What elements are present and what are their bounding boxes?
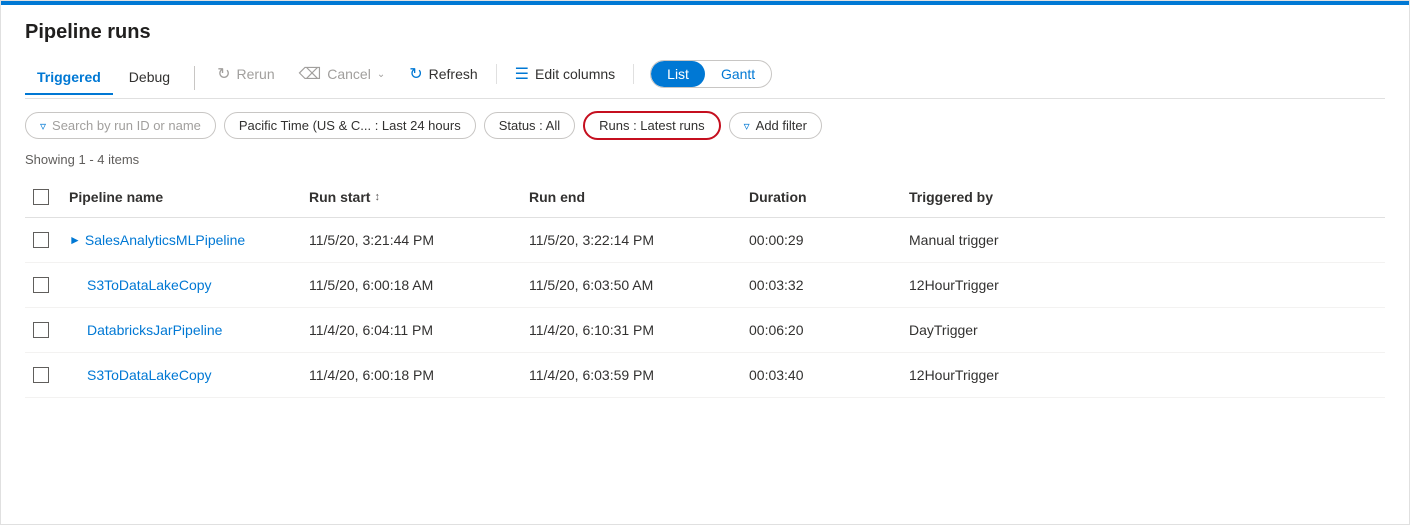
time-filter[interactable]: Pacific Time (US & C... : Last 24 hours [224,112,476,139]
runs-filter[interactable]: Runs : Latest runs [583,111,721,140]
table-row: DatabricksJarPipeline 11/4/20, 6:04:11 P… [25,308,1385,353]
filters-row: ▿ Search by run ID or name Pacific Time … [25,111,1385,140]
header-checkbox[interactable] [33,189,49,205]
row2-pipeline-link[interactable]: S3ToDataLakeCopy [69,277,212,293]
row3-checkbox-cell [25,318,61,342]
refresh-icon: ↻ [409,64,422,84]
row2-checkbox-cell [25,273,61,297]
row1-pipeline-name: ► SalesAnalyticsMLPipeline [61,228,301,252]
row3-run-end: 11/4/20, 6:10:31 PM [521,318,741,342]
add-filter-icon: ▿ [744,119,750,133]
toolbar-separator [496,64,497,84]
th-duration: Duration [741,185,901,209]
row4-pipeline-name: S3ToDataLakeCopy [61,363,301,387]
cancel-button[interactable]: ⌫ Cancel ⌄ [289,58,396,90]
th-run-start[interactable]: Run start ↕ [301,185,521,209]
row4-checkbox[interactable] [33,367,49,383]
time-filter-label: Pacific Time (US & C... : Last 24 hours [239,118,461,133]
list-view-button[interactable]: List [651,61,705,87]
toolbar: Triggered Debug ↻ Rerun ⌫ Cancel ⌄ ↻ Ref… [25,58,1385,99]
cancel-icon: ⌫ [299,64,322,84]
gantt-view-button[interactable]: Gantt [705,61,771,87]
row1-checkbox-cell [25,228,61,252]
edit-columns-label: Edit columns [535,66,615,82]
row3-pipeline-link[interactable]: DatabricksJarPipeline [69,322,222,338]
row2-pipeline-name: S3ToDataLakeCopy [61,273,301,297]
cancel-chevron-icon: ⌄ [377,69,385,80]
row2-duration: 00:03:32 [741,273,901,297]
search-placeholder: Search by run ID or name [52,118,201,133]
row1-pipeline-link[interactable]: SalesAnalyticsMLPipeline [85,232,245,248]
page-container: Pipeline runs Triggered Debug ↻ Rerun ⌫ … [0,0,1410,525]
search-filter[interactable]: ▿ Search by run ID or name [25,112,216,139]
rerun-icon: ↻ [217,64,230,84]
th-run-end: Run end [521,185,741,209]
th-pipeline-name: Pipeline name [61,185,301,209]
rerun-label: Rerun [236,66,274,82]
status-filter-label: Status : All [499,118,560,133]
row1-run-start: 11/5/20, 3:21:44 PM [301,228,521,252]
row1-duration: 00:00:29 [741,228,901,252]
th-triggered-by: Triggered by [901,185,1385,209]
row3-duration: 00:06:20 [741,318,901,342]
row3-pipeline-name: DatabricksJarPipeline [61,318,301,342]
header-checkbox-cell [25,185,61,209]
row4-checkbox-cell [25,363,61,387]
table-row: S3ToDataLakeCopy 11/5/20, 6:00:18 AM 11/… [25,263,1385,308]
row4-duration: 00:03:40 [741,363,901,387]
row1-checkbox[interactable] [33,232,49,248]
page-title: Pipeline runs [25,21,1385,44]
sort-icon: ↕ [374,191,380,203]
row1-run-end: 11/5/20, 3:22:14 PM [521,228,741,252]
runs-filter-label: Runs : Latest runs [599,118,705,133]
row2-run-start: 11/5/20, 6:00:18 AM [301,273,521,297]
toolbar-separator-2 [633,64,634,84]
edit-columns-button[interactable]: ☰ Edit columns [505,58,626,90]
table-container: Pipeline name Run start ↕ Run end Durati… [25,177,1385,398]
search-filter-icon: ▿ [40,119,46,133]
row4-run-end: 11/4/20, 6:03:59 PM [521,363,741,387]
row2-checkbox[interactable] [33,277,49,293]
edit-columns-icon: ☰ [515,64,529,84]
table-row: S3ToDataLakeCopy 11/4/20, 6:00:18 PM 11/… [25,353,1385,398]
row4-run-start: 11/4/20, 6:00:18 PM [301,363,521,387]
view-toggle: List Gantt [650,60,772,88]
row4-triggered-by: 12HourTrigger [901,363,1385,387]
row2-run-end: 11/5/20, 6:03:50 AM [521,273,741,297]
row3-triggered-by: DayTrigger [901,318,1385,342]
cancel-label: Cancel [327,66,371,82]
row2-triggered-by: 12HourTrigger [901,273,1385,297]
table-header: Pipeline name Run start ↕ Run end Durati… [25,177,1385,218]
row3-checkbox[interactable] [33,322,49,338]
showing-text: Showing 1 - 4 items [25,152,1385,167]
toolbar-actions: ↻ Rerun ⌫ Cancel ⌄ ↻ Refresh ☰ Edit colu… [207,58,772,98]
refresh-label: Refresh [429,66,478,82]
rerun-button[interactable]: ↻ Rerun [207,58,285,90]
row4-pipeline-link[interactable]: S3ToDataLakeCopy [69,367,212,383]
row1-expand-button[interactable]: ► [69,233,81,247]
tab-debug[interactable]: Debug [117,61,182,95]
row3-run-start: 11/4/20, 6:04:11 PM [301,318,521,342]
page-content: Pipeline runs Triggered Debug ↻ Rerun ⌫ … [1,5,1409,398]
status-filter[interactable]: Status : All [484,112,575,139]
add-filter-button[interactable]: ▿ Add filter [729,112,822,139]
add-filter-label: Add filter [756,118,807,133]
tab-divider [194,66,195,90]
refresh-button[interactable]: ↻ Refresh [399,58,487,90]
table-row: ► SalesAnalyticsMLPipeline 11/5/20, 3:21… [25,218,1385,263]
row1-triggered-by: Manual trigger [901,228,1385,252]
tab-triggered[interactable]: Triggered [25,61,113,95]
